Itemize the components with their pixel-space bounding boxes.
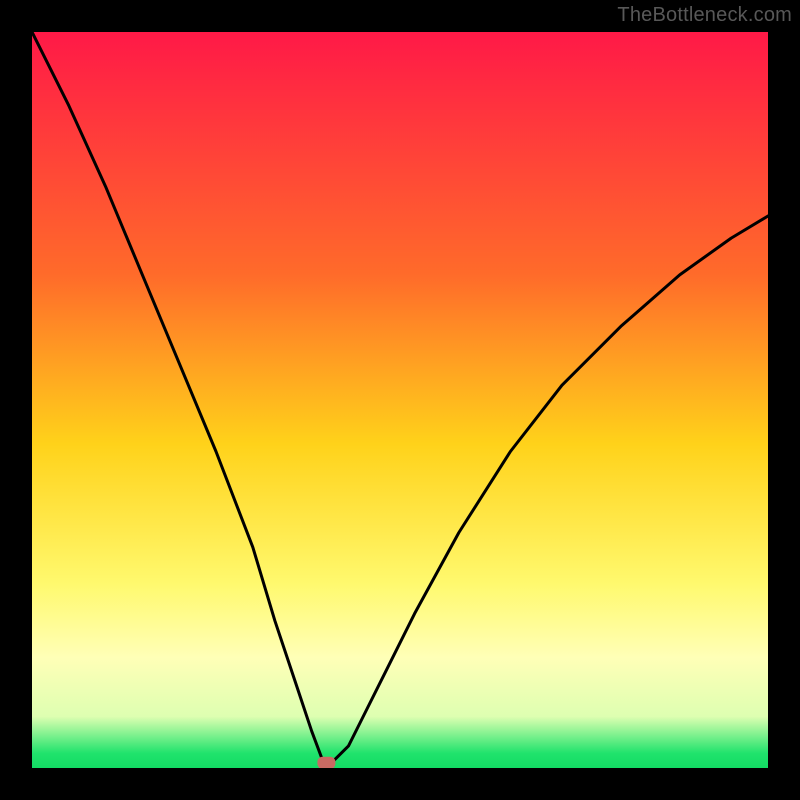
chart-svg [32,32,768,768]
watermark-text: TheBottleneck.com [617,4,792,27]
bottleneck-curve [32,32,768,761]
min-marker [317,757,335,768]
chart-frame: TheBottleneck.com [0,0,800,800]
plot-area [32,32,768,768]
